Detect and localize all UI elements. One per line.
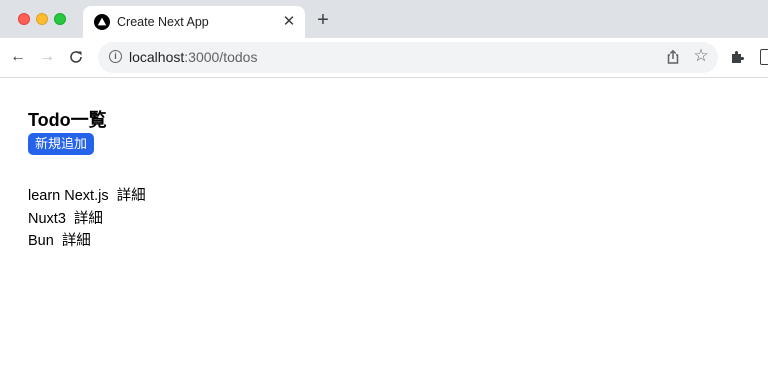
todo-list: learn Next.js 詳細 Nuxt3 詳細 Bun 詳細	[28, 185, 146, 253]
extensions-puzzle-icon[interactable]	[729, 48, 747, 66]
bookmark-star-icon[interactable]: ☆	[692, 47, 710, 65]
todo-detail-link[interactable]: 詳細	[117, 188, 146, 204]
forward-button[interactable]: →	[38, 48, 56, 66]
todo-item: learn Next.js 詳細	[28, 185, 146, 208]
site-info-icon[interactable]: i	[109, 50, 122, 63]
share-icon[interactable]	[664, 48, 682, 66]
todo-detail-link[interactable]: 詳細	[74, 211, 103, 227]
page-title: Todo一覧	[28, 110, 107, 130]
window-minimize-button[interactable]	[36, 13, 48, 25]
back-button[interactable]: ←	[9, 48, 27, 66]
side-panel-icon[interactable]	[760, 49, 768, 65]
window-close-button[interactable]	[18, 13, 30, 25]
page-content: Todo一覧 新規追加 learn Next.js 詳細 Nuxt3 詳細 Bun 詳…	[0, 78, 768, 392]
todo-title: learn Next.js	[28, 188, 109, 204]
add-todo-button[interactable]: 新規追加	[28, 133, 95, 155]
tab-active[interactable]: Create Next App ✕	[83, 6, 305, 38]
browser-window: Create Next App ✕ + ← → i localhost:3000…	[0, 0, 768, 392]
tab-title: Create Next App	[117, 15, 209, 29]
browser-toolbar: ← → i localhost:3000/todos ☆	[0, 38, 768, 78]
todo-title: Nuxt3	[28, 210, 66, 227]
address-bar[interactable]: i localhost:3000/todos ☆	[98, 42, 718, 73]
todo-item: Bun 詳細	[28, 230, 146, 253]
url-text[interactable]: localhost:3000/todos	[129, 49, 257, 66]
tab-close-icon[interactable]: ✕	[281, 14, 297, 30]
new-tab-button[interactable]: +	[314, 10, 332, 30]
todo-title: Bun	[28, 233, 54, 249]
window-maximize-button[interactable]	[54, 13, 66, 25]
tab-strip: Create Next App ✕ +	[0, 0, 768, 38]
todo-item: Nuxt3 詳細	[28, 208, 146, 231]
todo-detail-link[interactable]: 詳細	[62, 233, 91, 249]
url-path: :3000/todos	[184, 49, 258, 65]
reload-button[interactable]	[67, 48, 85, 66]
nextjs-favicon-icon	[94, 14, 110, 30]
url-host: localhost	[129, 49, 185, 65]
